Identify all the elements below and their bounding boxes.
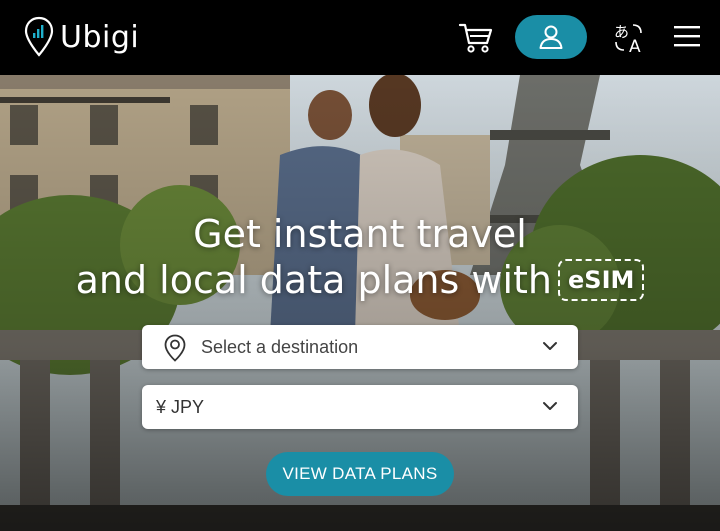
svg-text:あ: あ	[614, 23, 629, 41]
view-data-plans-button[interactable]: VIEW DATA PLANS	[266, 452, 454, 496]
destination-select[interactable]: Select a destination	[142, 325, 578, 369]
location-pin-icon	[164, 334, 186, 362]
top-nav: Ubigi あ A	[0, 0, 720, 75]
account-button[interactable]	[515, 15, 587, 59]
location-pin-signal-icon	[24, 16, 54, 57]
esim-badge: eSIM	[558, 258, 645, 301]
currency-select[interactable]: ¥ JPY	[142, 385, 578, 429]
currency-value: ¥ JPY	[156, 396, 205, 417]
hero-headline-line2-text: and local data plans with	[75, 258, 553, 302]
brand-logo[interactable]: Ubigi	[24, 16, 139, 58]
svg-text:A: A	[629, 37, 641, 54]
cart-icon[interactable]	[458, 21, 494, 55]
hero-headline: Get instant travel and local data plans …	[0, 211, 720, 304]
translate-icon[interactable]: あ A	[614, 22, 648, 54]
destination-placeholder: Select a destination	[201, 336, 359, 357]
chevron-down-icon	[543, 342, 557, 350]
hero-headline-line1: Get instant travel	[193, 212, 527, 256]
hero-headline-line2: and local data plans with eSIM	[0, 257, 720, 304]
user-icon	[539, 25, 563, 49]
hero-section: Get instant travel and local data plans …	[0, 75, 720, 531]
chevron-down-icon	[543, 402, 557, 410]
brand-name: Ubigi	[60, 19, 140, 55]
hamburger-menu-icon[interactable]	[674, 25, 700, 47]
